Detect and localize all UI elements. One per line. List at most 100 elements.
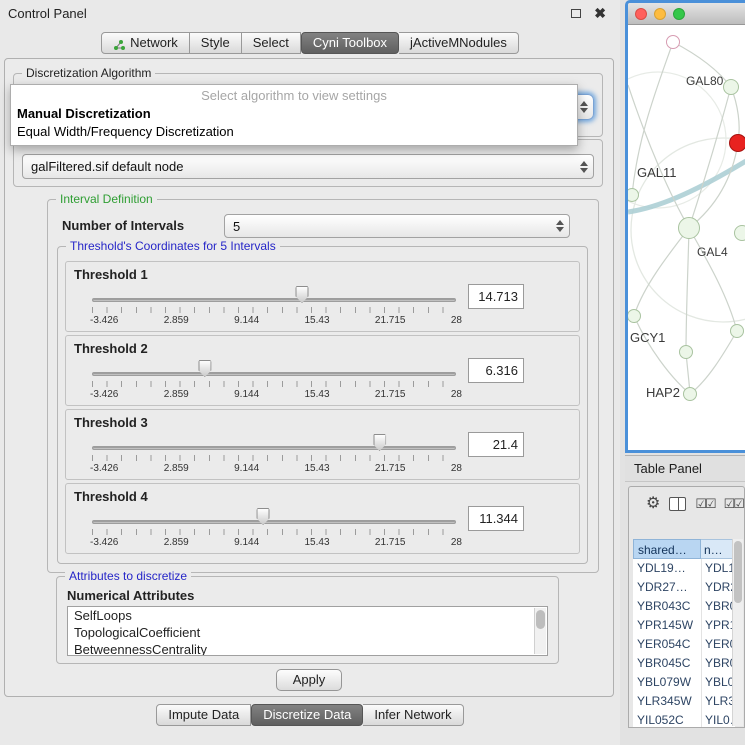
slider-ticks (92, 529, 456, 535)
table-row[interactable]: YER054C YER0… (633, 635, 735, 654)
tab-infer-network-label: Infer Network (374, 705, 451, 725)
network-node[interactable] (723, 79, 739, 95)
cell-name[interactable]: YPR1… (701, 616, 735, 635)
tab-select[interactable]: Select (242, 32, 301, 54)
tab-discretize-data[interactable]: Discretize Data (251, 704, 363, 726)
tab-impute-data[interactable]: Impute Data (156, 704, 251, 726)
slider-track[interactable] (92, 520, 456, 524)
scale-label: 2.859 (164, 463, 189, 474)
scale-label: -3.426 (90, 315, 118, 326)
cell-name[interactable]: YBR0… (701, 597, 735, 616)
tab-jactivemnodules[interactable]: jActiveMNodules (399, 32, 519, 54)
tab-impute-data-label: Impute Data (168, 705, 239, 725)
cell-name[interactable]: YDR2… (701, 578, 735, 597)
scale-label: 2.859 (164, 537, 189, 548)
network-node[interactable] (678, 217, 700, 239)
cell-name[interactable]: YBL0… (701, 673, 735, 692)
minimize-traffic-light[interactable] (654, 8, 666, 20)
columns-icon[interactable] (669, 497, 686, 511)
table-row[interactable]: YBR045C YBR0… (633, 654, 735, 673)
slider-track[interactable] (92, 298, 456, 302)
column-header-name[interactable]: n… (701, 539, 735, 559)
threshold-2-value-field[interactable]: 6.316 (468, 358, 524, 383)
control-panel-window: Control Panel ✖ Network (0, 0, 620, 745)
scale-label: 9.144 (234, 537, 259, 548)
scale-label: -3.426 (90, 463, 118, 474)
table-data-combobox[interactable]: galFiltered.sif default node (22, 154, 594, 179)
attributes-group-title: Attributes to discretize (65, 569, 191, 583)
network-canvas[interactable]: GAL80 GAL11 GAL4 GCY1 HAP2 (628, 25, 745, 450)
cell-shared-name[interactable]: YDR27… (633, 578, 701, 597)
tab-cyni-toolbox[interactable]: Cyni Toolbox (301, 32, 399, 54)
cell-shared-name[interactable]: YBR043C (633, 597, 701, 616)
network-node[interactable] (679, 345, 693, 359)
network-node[interactable] (683, 387, 697, 401)
cell-shared-name[interactable]: YBR045C (633, 654, 701, 673)
scale-label: 15.43 (305, 463, 330, 474)
close-icon[interactable]: ✖ (594, 8, 606, 18)
cell-name[interactable]: YIL0… (701, 711, 735, 728)
slider-track[interactable] (92, 446, 456, 450)
gear-icon[interactable]: ⚙ (646, 496, 660, 512)
number-of-intervals-value: 5 (233, 219, 240, 234)
network-node[interactable] (666, 35, 680, 49)
dropdown-option-equal-width[interactable]: Equal Width/Frequency Discretization (11, 123, 577, 141)
node-label: GAL4 (697, 245, 728, 259)
cell-shared-name[interactable]: YDL19… (633, 559, 701, 578)
list-item[interactable]: SelfLoops (68, 607, 547, 624)
tab-infer-network[interactable]: Infer Network (363, 704, 463, 726)
tab-network[interactable]: Network (101, 32, 190, 54)
cell-name[interactable]: YDL1… (701, 559, 735, 578)
slider-scale: -3.426 2.859 9.144 15.43 21.715 28 (90, 389, 462, 400)
table-data-group: Table Data galFiltered.sif default node (13, 139, 603, 187)
threshold-4-label: Threshold 4 (74, 489, 148, 504)
scale-label: 9.144 (234, 389, 259, 400)
column-header-shared-name[interactable]: shared… (633, 539, 701, 559)
table-row[interactable]: YLR345W YLR3… (633, 692, 735, 711)
threshold-1-panel: Threshold 1 -3.426 2.859 9.144 15.43 21.… (65, 261, 580, 332)
cell-name[interactable]: YBR0… (701, 654, 735, 673)
tab-style[interactable]: Style (190, 32, 242, 54)
threshold-3-slider: -3.426 2.859 9.144 15.43 21.715 28 (90, 432, 462, 478)
tab-network-label: Network (130, 33, 178, 53)
threshold-3-value-field[interactable]: 21.4 (468, 432, 524, 457)
close-traffic-light[interactable] (635, 8, 647, 20)
threshold-4-value-field[interactable]: 11.344 (468, 506, 524, 531)
cell-shared-name[interactable]: YPR145W (633, 616, 701, 635)
threshold-1-value-field[interactable]: 14.713 (468, 284, 524, 309)
combo-arrows-icon (580, 161, 588, 173)
cell-shared-name[interactable]: YLR345W (633, 692, 701, 711)
cell-shared-name[interactable]: YIL052C (633, 711, 701, 728)
algorithm-dropdown-popup: Select algorithm to view settings Manual… (10, 84, 578, 146)
scrollbar-thumb[interactable] (734, 541, 742, 603)
network-node-selected[interactable] (729, 134, 745, 152)
cell-shared-name[interactable]: YER054C (633, 635, 701, 654)
apply-button[interactable]: Apply (276, 669, 342, 691)
table-row[interactable]: YPR145W YPR1… (633, 616, 735, 635)
node-label: GCY1 (630, 330, 665, 345)
dropdown-option-manual[interactable]: Manual Discretization (11, 105, 577, 123)
select-rows-icon[interactable]: ☑☑ (724, 496, 743, 512)
table-row[interactable]: YBL079W YBL0… (633, 673, 735, 692)
list-item[interactable]: BetweennessCentrality (68, 641, 547, 656)
network-node[interactable] (730, 324, 744, 338)
number-of-intervals-combobox[interactable]: 5 (224, 214, 570, 238)
table-row[interactable]: YIL052C YIL0… (633, 711, 735, 728)
cell-name[interactable]: YER0… (701, 635, 735, 654)
threshold-2-slider: -3.426 2.859 9.144 15.43 21.715 28 (90, 358, 462, 404)
table-scrollbar (732, 539, 743, 726)
table-row[interactable]: YDR27… YDR2… (633, 578, 735, 597)
select-columns-icon[interactable]: ☑☑ (695, 496, 714, 512)
cell-name[interactable]: YLR3… (701, 692, 735, 711)
zoom-traffic-light[interactable] (673, 8, 685, 20)
float-window-icon[interactable] (571, 9, 581, 18)
scale-label: -3.426 (90, 537, 118, 548)
table-row[interactable]: YDL19… YDL1… (633, 559, 735, 578)
table-row[interactable]: YBR043C YBR0… (633, 597, 735, 616)
list-item[interactable]: TopologicalCoefficient (68, 624, 547, 641)
network-node[interactable] (734, 225, 745, 241)
cell-shared-name[interactable]: YBL079W (633, 673, 701, 692)
attributes-group: Attributes to discretize Numerical Attri… (56, 576, 559, 664)
scrollbar-thumb[interactable] (536, 610, 545, 629)
slider-track[interactable] (92, 372, 456, 376)
